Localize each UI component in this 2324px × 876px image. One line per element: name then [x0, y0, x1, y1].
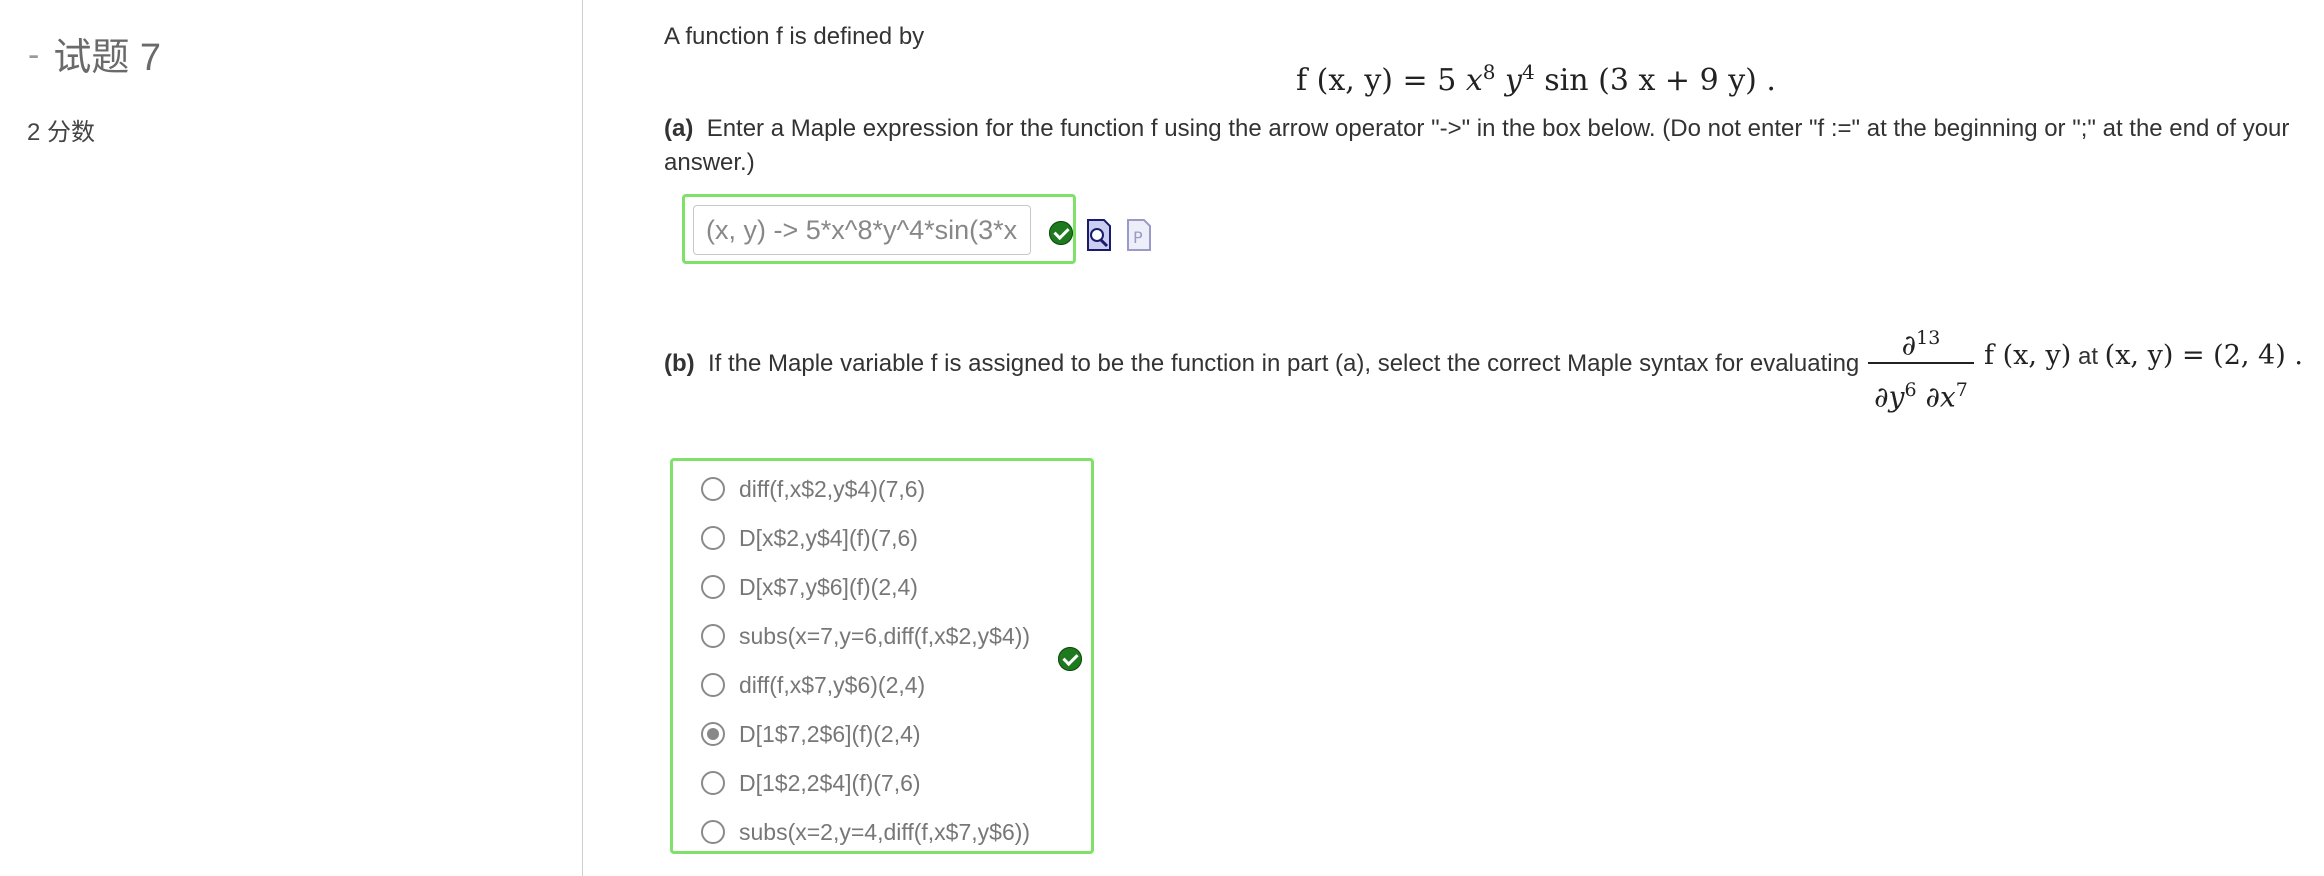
part-a-text: Enter a Maple expression for the functio…: [664, 115, 2290, 176]
option-7[interactable]: D[1$2,2$4](f)(7,6): [701, 766, 921, 800]
maple-expression-input[interactable]: [693, 205, 1031, 255]
question-content: A function f is defined by f (x, y) = 5 …: [664, 0, 2314, 876]
option-label: subs(x=2,y=4,diff(f,x$7,y$6)): [739, 818, 1031, 845]
option-3[interactable]: D[x$7,y$6](f)(2,4): [701, 570, 918, 604]
radio-button[interactable]: [701, 575, 725, 599]
option-label: D[x$2,y$4](f)(7,6): [739, 524, 918, 551]
radio-button[interactable]: [701, 673, 725, 697]
collapse-dash-icon[interactable]: -: [28, 36, 39, 74]
preview-icon[interactable]: [1086, 218, 1112, 252]
answer-area-b: diff(f,x$2,y$4)(7,6) D[x$2,y$4](f)(7,6) …: [670, 458, 1094, 854]
function-formula: f (x, y) = 5 x8 y4 sin (3 x + 9 y) .: [1296, 60, 1776, 98]
correct-check-icon: [1058, 647, 1082, 671]
option-2[interactable]: D[x$2,y$4](f)(7,6): [701, 521, 918, 555]
svg-text:P: P: [1133, 228, 1143, 247]
intro-text: A function f is defined by: [664, 23, 925, 50]
radio-button[interactable]: [701, 624, 725, 648]
option-label: D[x$7,y$6](f)(2,4): [739, 573, 918, 600]
part-b-text: If the Maple variable f is assigned to b…: [708, 350, 1860, 377]
fraction-denominator: ∂y6 ∂x7: [1874, 379, 1968, 414]
option-label: diff(f,x$7,y$6)(2,4): [739, 671, 926, 698]
option-4[interactable]: subs(x=7,y=6,diff(f,x$2,y$4)): [701, 619, 1030, 653]
part-a-label: (a): [664, 115, 694, 142]
part-a-prompt: (a) Enter a Maple expression for the fun…: [664, 112, 2314, 180]
fraction-bar: [1868, 362, 1974, 364]
fraction-numerator: ∂13: [1901, 327, 1941, 362]
part-b-label: (b): [664, 350, 695, 377]
answer-area-a: [682, 194, 1076, 264]
option-5[interactable]: diff(f,x$7,y$6)(2,4): [701, 668, 925, 702]
radio-button[interactable]: [701, 722, 725, 746]
option-label: D[1$2,2$4](f)(7,6): [739, 769, 921, 796]
option-label: D[1$7,2$6](f)(2,4): [739, 720, 921, 747]
radio-button[interactable]: [701, 477, 725, 501]
option-label: subs(x=7,y=6,diff(f,x$2,y$4)): [739, 622, 1031, 649]
question-points: 2 分数: [27, 119, 96, 146]
radio-button[interactable]: [701, 820, 725, 844]
question-title: - 试题 7: [28, 36, 162, 79]
option-1[interactable]: diff(f,x$2,y$4)(7,6): [701, 472, 925, 506]
option-6[interactable]: D[1$7,2$6](f)(2,4): [701, 717, 921, 751]
partial-derivative-fraction: ∂13 ∂y6 ∂x7: [1868, 318, 1974, 414]
correct-check-icon: [1049, 221, 1073, 245]
radio-button[interactable]: [701, 771, 725, 795]
radio-button[interactable]: [701, 526, 725, 550]
option-label: diff(f,x$2,y$4)(7,6): [739, 475, 926, 502]
evaluation-point-text: f (x, y) at (x, y) = (2, 4) .: [1984, 340, 2303, 371]
help-icon[interactable]: P: [1126, 218, 1152, 252]
option-8[interactable]: subs(x=2,y=4,diff(f,x$7,y$6)): [701, 815, 1030, 849]
question-sidebar: - 试题 7 2 分数: [0, 0, 583, 876]
part-b-prompt: (b) If the Maple variable f is assigned …: [664, 347, 1859, 381]
